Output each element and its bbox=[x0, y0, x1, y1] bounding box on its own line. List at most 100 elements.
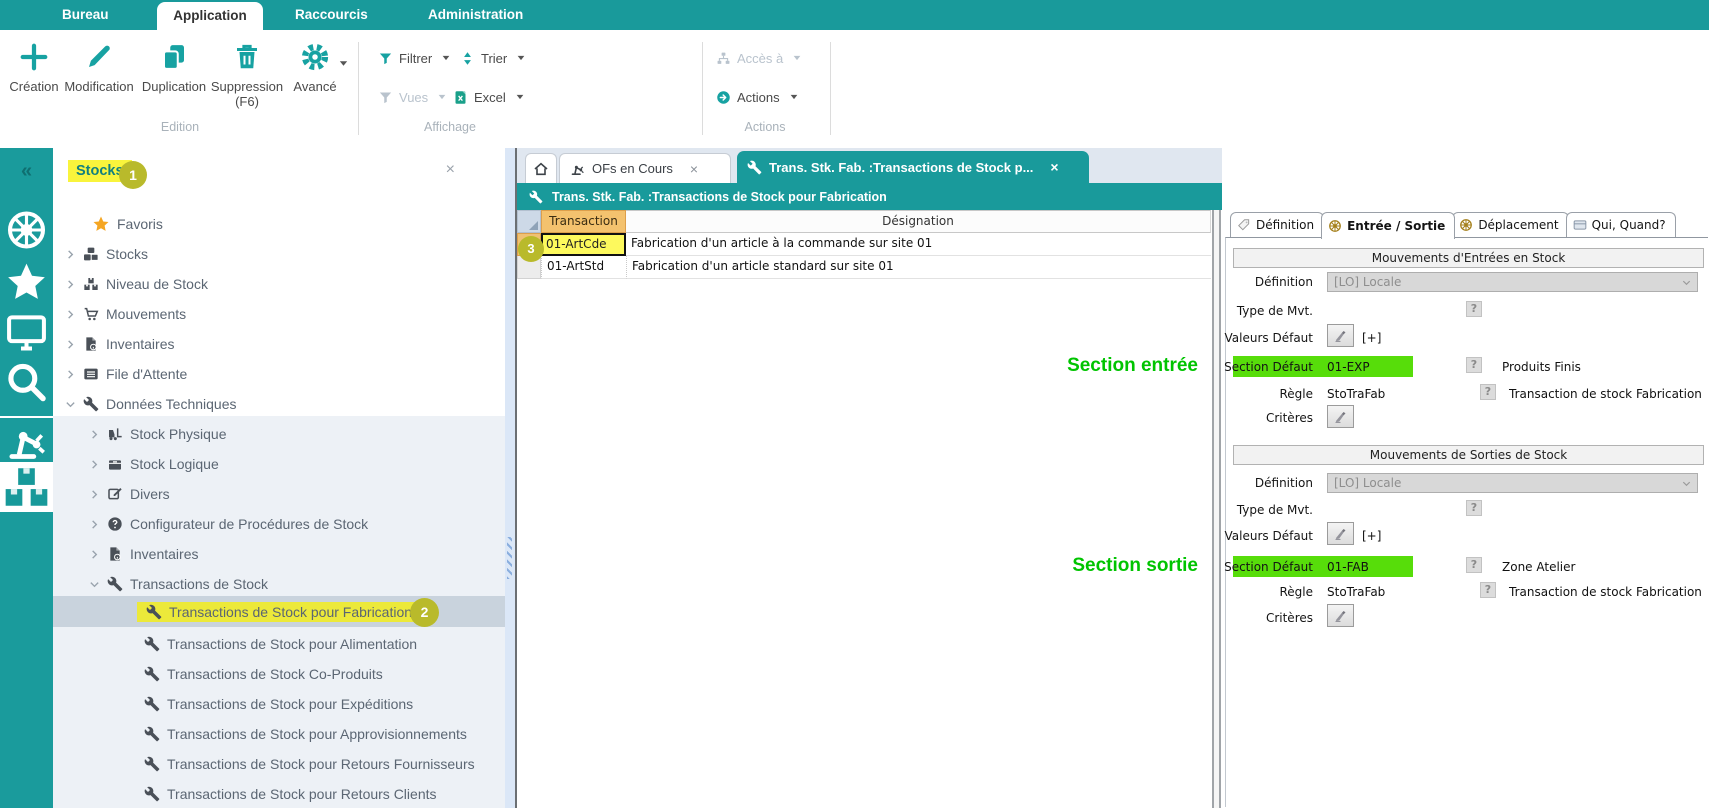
chevron-right-icon[interactable] bbox=[89, 429, 100, 440]
sidebar-item-trans-retours-clients[interactable]: Transactions de Stock pour Retours Clien… bbox=[53, 779, 505, 808]
modules-wheel-icon[interactable] bbox=[0, 208, 53, 252]
search-icon[interactable] bbox=[0, 360, 53, 404]
picker-button[interactable] bbox=[1327, 405, 1354, 428]
chevron-right-icon[interactable] bbox=[89, 489, 100, 500]
chevron-right-icon[interactable] bbox=[89, 459, 100, 470]
help-button[interactable]: ? bbox=[1466, 500, 1482, 516]
picker-button[interactable] bbox=[1327, 324, 1354, 347]
production-robot-icon[interactable] bbox=[0, 416, 53, 464]
stocks-module-icon[interactable] bbox=[0, 462, 53, 512]
chevron-right-icon[interactable] bbox=[89, 549, 100, 560]
picker-button[interactable] bbox=[1327, 604, 1354, 627]
sidebar-item-transactions-de-stock[interactable]: Transactions de Stock bbox=[53, 569, 505, 599]
table-cell-designation[interactable]: Fabrication d'un article standard sur si… bbox=[626, 256, 1211, 279]
modification-button[interactable]: Modification bbox=[60, 42, 138, 94]
column-header-transaction[interactable]: Transaction bbox=[541, 210, 626, 233]
trier-label: Trier bbox=[481, 51, 507, 66]
table-cell-transaction[interactable]: 01-ArtCde bbox=[541, 233, 626, 256]
chevron-right-icon[interactable] bbox=[65, 369, 76, 380]
sidebar-item-trans-co-produits[interactable]: Transactions de Stock Co-Produits bbox=[53, 659, 505, 689]
org-tree-icon bbox=[716, 51, 731, 66]
avance-caret-icon[interactable] bbox=[338, 58, 349, 69]
collapse-sidebar-button[interactable]: « bbox=[0, 156, 53, 186]
help-button[interactable]: ? bbox=[1480, 582, 1496, 598]
sidebar-item-stock-logique[interactable]: Stock Logique bbox=[53, 449, 505, 479]
sidebar-splitter[interactable] bbox=[505, 148, 515, 808]
table-corner-cell[interactable] bbox=[517, 210, 541, 233]
sidebar-item-trans-retours-fournisseurs[interactable]: Transactions de Stock pour Retours Fourn… bbox=[53, 749, 505, 779]
section-defaut-value[interactable]: 01-EXP bbox=[1327, 359, 1370, 375]
chevron-right-icon[interactable] bbox=[65, 249, 76, 260]
sidebar-item-file-dattente[interactable]: File d'Attente bbox=[53, 359, 505, 389]
chevron-down-icon[interactable] bbox=[89, 579, 100, 590]
close-icon[interactable]: × bbox=[690, 161, 698, 177]
sidebar-item-trans-approvisionnements[interactable]: Transactions de Stock pour Approvisionne… bbox=[53, 719, 505, 749]
menu-tab-application[interactable]: Application bbox=[157, 2, 263, 30]
suppression-button[interactable]: Suppression (F6) bbox=[208, 42, 286, 109]
help-button[interactable]: ? bbox=[1466, 357, 1482, 373]
definition-combobox[interactable]: [LO] Locale bbox=[1327, 473, 1698, 493]
tab-entree-sortie[interactable]: Entrée / Sortie bbox=[1321, 212, 1455, 239]
regle-value[interactable]: StoTraFab bbox=[1327, 584, 1385, 600]
panel-splitter[interactable] bbox=[1212, 210, 1221, 808]
desktop-monitor-icon[interactable] bbox=[0, 310, 53, 354]
home-tab[interactable] bbox=[525, 153, 557, 184]
question-circle-icon bbox=[107, 516, 123, 532]
help-button[interactable]: ? bbox=[1466, 557, 1482, 573]
sidebar-item-mouvements[interactable]: Mouvements bbox=[53, 299, 505, 329]
close-icon[interactable]: × bbox=[1050, 159, 1058, 175]
definition-combobox[interactable]: [LO] Locale bbox=[1327, 272, 1698, 292]
sidebar-close-icon[interactable]: × bbox=[446, 162, 455, 178]
trier-button[interactable]: Trier bbox=[460, 48, 526, 68]
sidebar-item-stocks[interactable]: Stocks bbox=[53, 239, 505, 269]
chevron-right-icon[interactable] bbox=[65, 309, 76, 320]
sidebar-item-inventaires[interactable]: Inventaires bbox=[53, 329, 505, 359]
sidebar-item-inventaires-2[interactable]: Inventaires bbox=[53, 539, 505, 569]
vues-label: Vues bbox=[399, 90, 428, 105]
wrench-icon bbox=[144, 786, 160, 802]
tab-ofs-en-cours[interactable]: OFs en Cours × bbox=[559, 153, 731, 183]
tab-qui-quand[interactable]: Qui, Quand? bbox=[1566, 212, 1676, 237]
tab-definition[interactable]: Définition bbox=[1230, 212, 1324, 237]
excel-button[interactable]: Excel bbox=[453, 87, 525, 107]
section-defaut-value[interactable]: 01-FAB bbox=[1327, 559, 1369, 575]
sidebar-item-stock-physique[interactable]: Stock Physique bbox=[53, 419, 505, 449]
type-mvt-label: Type de Mvt. bbox=[1222, 303, 1313, 319]
sidebar-item-divers[interactable]: Divers bbox=[53, 479, 505, 509]
favorites-star-icon[interactable] bbox=[0, 260, 53, 304]
tab-deplacement[interactable]: Déplacement bbox=[1452, 212, 1568, 237]
annotation-badge-3: 3 bbox=[518, 236, 544, 262]
combobox-value: [LO] Locale bbox=[1334, 476, 1401, 490]
sidebar-item-trans-alimentation[interactable]: Transactions de Stock pour Alimentation bbox=[53, 629, 505, 659]
menu-tab-administration[interactable]: Administration bbox=[428, 0, 523, 30]
sidebar-item-configurateur[interactable]: Configurateur de Procédures de Stock bbox=[53, 509, 505, 539]
plus-link[interactable]: [+] bbox=[1362, 330, 1381, 346]
sidebar-item-niveau-de-stock[interactable]: Niveau de Stock bbox=[53, 269, 505, 299]
table-cell-designation[interactable]: Fabrication d'un article à la commande s… bbox=[626, 233, 1211, 256]
duplication-button[interactable]: Duplication bbox=[135, 42, 213, 94]
plus-link[interactable]: [+] bbox=[1362, 528, 1381, 544]
transactions-table: Transaction Désignation 01-ArtCde Fabric… bbox=[517, 210, 1211, 808]
sidebar-item-trans-expeditions[interactable]: Transactions de Stock pour Expéditions bbox=[53, 689, 505, 719]
table-cell-transaction[interactable]: 01-ArtStd bbox=[541, 256, 626, 279]
picker-button[interactable] bbox=[1327, 522, 1354, 545]
regle-value[interactable]: StoTraFab bbox=[1327, 386, 1385, 402]
tab-label: Entrée / Sortie bbox=[1347, 215, 1445, 238]
chevron-down-icon[interactable] bbox=[65, 399, 76, 410]
chevron-right-icon[interactable] bbox=[65, 339, 76, 350]
chevron-right-icon[interactable] bbox=[65, 279, 76, 290]
help-button[interactable]: ? bbox=[1480, 384, 1496, 400]
column-header-designation[interactable]: Désignation bbox=[626, 210, 1211, 233]
chevron-right-icon[interactable] bbox=[89, 519, 100, 530]
drawer-icon bbox=[107, 456, 123, 472]
menu-tab-raccourcis[interactable]: Raccourcis bbox=[295, 0, 368, 30]
splitter-grip[interactable] bbox=[507, 537, 512, 579]
filtrer-button[interactable]: Filtrer bbox=[378, 48, 451, 68]
sidebar-item-donnees-techniques[interactable]: Données Techniques bbox=[53, 389, 505, 419]
panel-tabs: Définition Entrée / Sortie Déplacement Q… bbox=[1230, 212, 1673, 238]
actions-button[interactable]: Actions bbox=[716, 87, 799, 107]
sidebar-item-favoris[interactable]: Favoris bbox=[53, 209, 505, 239]
menu-tab-bureau[interactable]: Bureau bbox=[62, 0, 109, 30]
tab-trans-stk-fab[interactable]: Trans. Stk. Fab. :Transactions de Stock … bbox=[737, 151, 1089, 183]
help-button[interactable]: ? bbox=[1466, 301, 1482, 317]
